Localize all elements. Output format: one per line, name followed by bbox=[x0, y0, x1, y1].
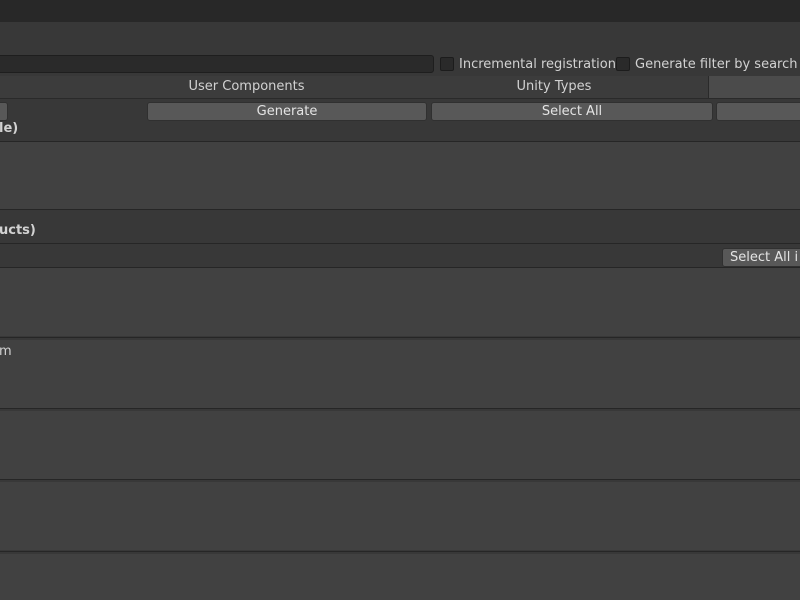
generate-filter-label: Generate filter by search bbox=[635, 57, 798, 72]
list-panel-6 bbox=[0, 554, 800, 600]
search-input[interactable] bbox=[0, 55, 434, 73]
right-cut-button[interactable] bbox=[716, 102, 800, 121]
divider bbox=[0, 337, 800, 338]
generate-button[interactable]: Generate bbox=[147, 102, 427, 121]
window-titlebar bbox=[0, 0, 800, 22]
list-panel-3 bbox=[0, 340, 800, 408]
incremental-registration-checkbox[interactable] bbox=[440, 57, 454, 71]
divider bbox=[0, 408, 800, 409]
list-item-text: m bbox=[0, 344, 12, 359]
section-header-1: le) bbox=[0, 121, 19, 136]
divider bbox=[0, 243, 800, 244]
tab-unity-types[interactable]: Unity Types bbox=[400, 76, 709, 98]
select-all-in-button[interactable]: Select All i bbox=[722, 248, 800, 267]
generate-filter-checkbox[interactable] bbox=[616, 57, 630, 71]
tab-last[interactable] bbox=[709, 76, 800, 98]
divider bbox=[0, 551, 800, 552]
select-all-button[interactable]: Select All bbox=[431, 102, 713, 121]
section-header-2: ucts) bbox=[0, 223, 36, 238]
left-cut-button[interactable] bbox=[0, 102, 8, 121]
incremental-registration-label: Incremental registration bbox=[459, 57, 616, 72]
divider bbox=[0, 479, 800, 480]
tab-user-components[interactable]: User Components bbox=[93, 76, 401, 98]
toolbar-area bbox=[0, 22, 800, 52]
divider bbox=[0, 209, 800, 210]
list-panel-2 bbox=[0, 268, 800, 336]
list-panel-5 bbox=[0, 482, 800, 550]
tab-first[interactable] bbox=[0, 76, 94, 98]
list-panel-4 bbox=[0, 411, 800, 479]
list-panel-1 bbox=[0, 142, 800, 209]
